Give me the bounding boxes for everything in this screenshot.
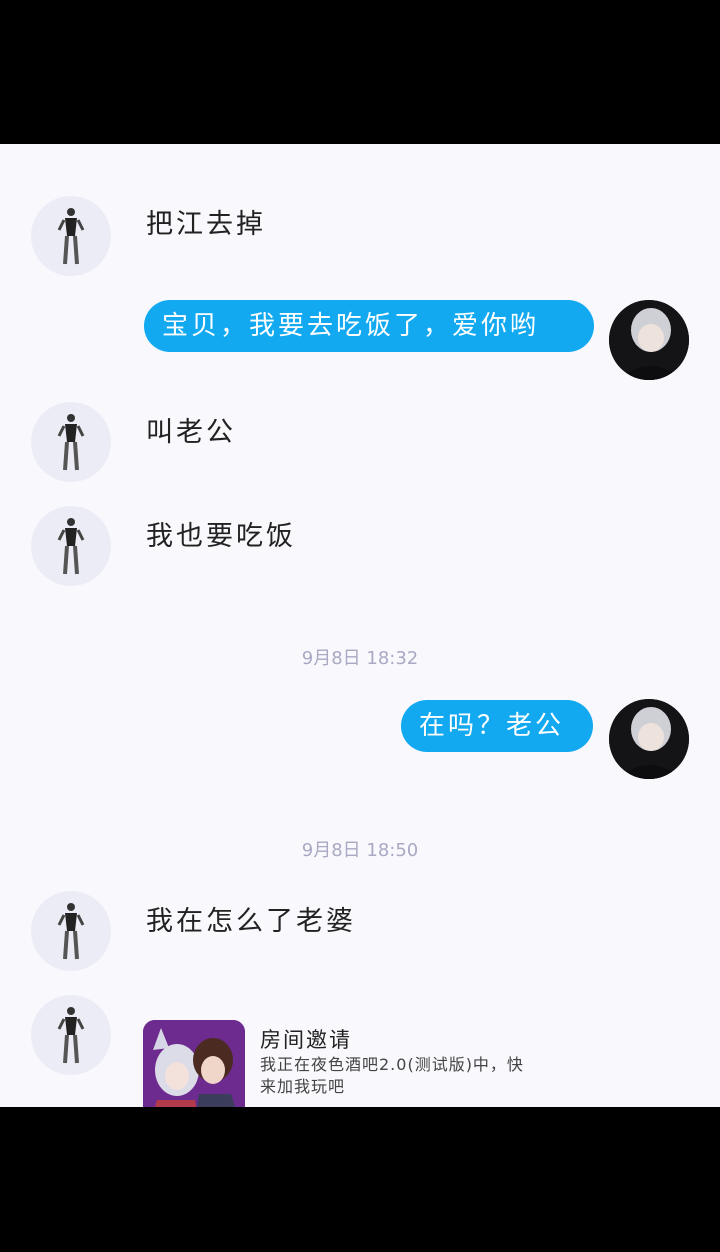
figure-avatar-icon	[57, 208, 85, 265]
figure-avatar-icon	[57, 1007, 85, 1064]
top-black-bar	[0, 0, 720, 144]
message-text: 把江去掉	[146, 209, 266, 240]
timestamp: 9月8日 18:50	[301, 840, 419, 861]
contact-avatar[interactable]	[31, 402, 111, 482]
message-bubble-outgoing[interactable]: 在吗？老公	[401, 700, 593, 752]
bottom-black-bar	[0, 1107, 720, 1252]
message-text: 叫老公	[146, 417, 236, 448]
message-text: 我也要吃饭	[146, 521, 296, 552]
user-avatar[interactable]	[609, 300, 689, 380]
figure-avatar-icon	[57, 414, 85, 471]
portrait-avatar-icon	[609, 300, 689, 380]
figure-avatar-icon	[57, 903, 85, 960]
timestamp: 9月8日 18:32	[301, 648, 419, 669]
figure-avatar-icon	[57, 518, 85, 575]
invite-title: 房间邀请	[260, 1028, 352, 1052]
invite-thumbnail	[143, 1020, 245, 1120]
portrait-avatar-icon	[609, 699, 689, 779]
room-invite-card[interactable]: 房间邀请 我正在夜色酒吧2.0(测试版)中，快来加我玩吧	[143, 1020, 533, 1120]
user-avatar[interactable]	[609, 699, 689, 779]
message-bubble-outgoing[interactable]: 宝贝，我要去吃饭了，爱你哟	[144, 300, 594, 352]
contact-avatar[interactable]	[31, 196, 111, 276]
message-text: 我在怎么了老婆	[146, 906, 356, 937]
contact-avatar[interactable]	[31, 891, 111, 971]
anime-characters-image-icon	[143, 1020, 245, 1120]
chat-area[interactable]: 把江去掉 宝贝，我要去吃饭了，爱你哟 叫老公 我也要吃饭 9月8日 18:32	[0, 144, 720, 1107]
contact-avatar[interactable]	[31, 995, 111, 1075]
invite-description: 我正在夜色酒吧2.0(测试版)中，快来加我玩吧	[260, 1055, 524, 1096]
contact-avatar[interactable]	[31, 506, 111, 586]
